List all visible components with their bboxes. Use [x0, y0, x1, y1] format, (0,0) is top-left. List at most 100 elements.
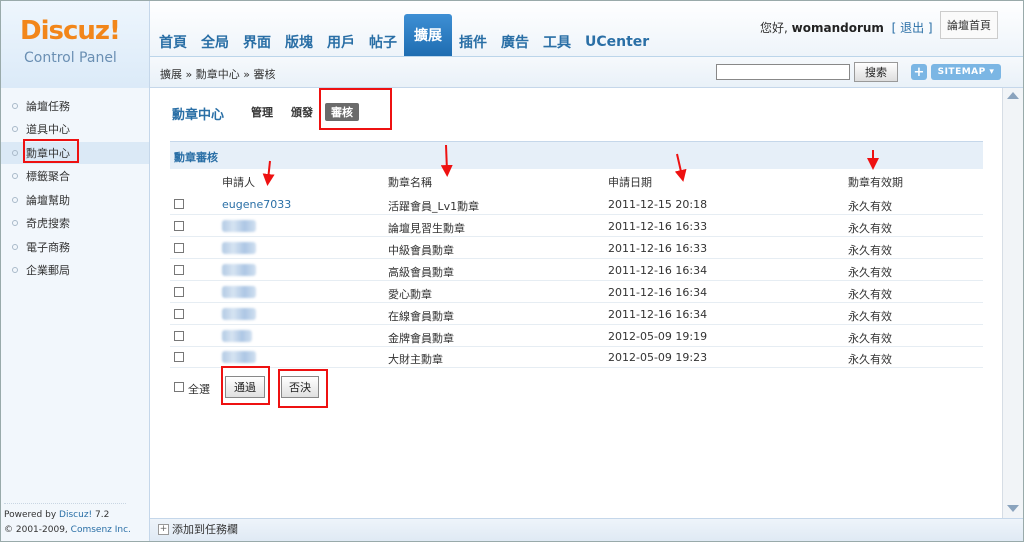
reject-button[interactable]: 否決: [281, 376, 319, 398]
sidebar-item-label: 道具中心: [26, 123, 70, 136]
bullet-icon: [12, 220, 18, 226]
search-button[interactable]: 搜索: [854, 62, 898, 82]
sidebar-item-1[interactable]: 道具中心: [0, 118, 149, 140]
select-all-checkbox[interactable]: [174, 382, 184, 392]
redacted-applicant[interactable]: [222, 220, 256, 232]
discuz-link[interactable]: Discuz!: [59, 510, 92, 520]
nav-tab-10[interactable]: UCenter: [578, 28, 656, 56]
sidebar-item-2[interactable]: 勳章中心: [0, 142, 149, 164]
applicant-link[interactable]: eugene7033: [222, 198, 291, 211]
table-row: 論壇見習生勳章 2011-12-16 16:33 永久有效: [170, 215, 983, 237]
sidebar-item-label: 奇虎搜索: [26, 217, 70, 230]
username: womandorum: [791, 21, 884, 35]
add-to-taskbar-label: 添加到任務欄: [172, 523, 238, 536]
table-row: 中級會員勳章 2011-12-16 16:33 永久有效: [170, 237, 983, 259]
search-input[interactable]: [716, 64, 850, 80]
logout-link[interactable]: [ 退出 ]: [892, 21, 933, 35]
validity: 永久有效: [848, 288, 892, 301]
status-bar: [150, 518, 1024, 542]
sidebar-item-label: 電子商務: [26, 241, 70, 254]
nav-tab-7[interactable]: 插件: [452, 28, 494, 56]
row-checkbox[interactable]: [174, 309, 184, 319]
section-title: 勳章審核: [174, 151, 218, 164]
sidebar-item-label: 論壇任務: [26, 100, 70, 113]
sidebar-item-label: 企業郵局: [26, 264, 70, 277]
vertical-scrollbar[interactable]: [1002, 88, 1024, 518]
redacted-applicant[interactable]: [222, 286, 256, 298]
sidebar-item-3[interactable]: 標籤聚合: [0, 165, 149, 187]
sitemap-button[interactable]: SITEMAP ▾: [931, 64, 1001, 80]
bullet-icon: [12, 197, 18, 203]
powered-by-text: Powered by: [4, 510, 57, 520]
sidebar-item-6[interactable]: 電子商務: [0, 236, 149, 258]
row-checkbox[interactable]: [174, 221, 184, 231]
main-nav: 首頁 全局 界面 版塊 用戶 帖子 擴展 插件 廣告 工具 UCenter: [152, 14, 656, 56]
row-checkbox[interactable]: [174, 287, 184, 297]
apply-date: 2011-12-15 20:18: [608, 198, 708, 211]
table-row: 高級會員勳章 2011-12-16 16:34 永久有效: [170, 259, 983, 281]
sidebar-item-label: 勳章中心: [26, 147, 70, 160]
bullet-icon: [12, 173, 18, 179]
apply-date: 2012-05-09 19:23: [608, 351, 708, 364]
validity: 永久有效: [848, 310, 892, 323]
divider: [4, 503, 126, 504]
comsenz-link[interactable]: Comsenz Inc.: [71, 525, 131, 535]
tab-review[interactable]: 審核: [325, 103, 359, 121]
redacted-applicant[interactable]: [222, 308, 256, 320]
medal-name: 金牌會員勳章: [388, 332, 454, 345]
apply-date: 2011-12-16 16:33: [608, 242, 708, 255]
select-all-label: 全選: [188, 383, 210, 396]
nav-tab-1[interactable]: 全局: [194, 28, 236, 56]
validity: 永久有效: [848, 353, 892, 366]
row-checkbox[interactable]: [174, 199, 184, 209]
column-header-applicant: 申請人: [222, 176, 255, 189]
table-row: 金牌會員勳章 2012-05-09 19:19 永久有效: [170, 325, 983, 347]
tab-manage[interactable]: 管理: [251, 103, 273, 121]
sidebar: 論壇任務道具中心勳章中心標籤聚合 論壇幫助奇虎搜索電子商務企業郵局: [0, 88, 150, 542]
bullet-icon: [12, 244, 18, 250]
tab-award[interactable]: 頒發: [291, 103, 313, 121]
validity: 永久有效: [848, 222, 892, 235]
chevron-down-icon: ▾: [989, 67, 995, 77]
apply-date: 2011-12-16 16:34: [608, 264, 708, 277]
plus-icon[interactable]: +: [911, 64, 927, 80]
sidebar-item-0[interactable]: 論壇任務: [0, 95, 149, 117]
greeting: 您好,: [760, 21, 788, 35]
nav-tab-2[interactable]: 界面: [236, 28, 278, 56]
column-header-date: 申請日期: [608, 176, 652, 189]
medal-name: 愛心勳章: [388, 288, 432, 301]
nav-tab-3[interactable]: 版塊: [278, 28, 320, 56]
add-to-taskbar[interactable]: + 添加到任務欄: [158, 521, 238, 537]
row-checkbox[interactable]: [174, 265, 184, 275]
table-row: 愛心勳章 2011-12-16 16:34 永久有效: [170, 281, 983, 303]
redacted-applicant[interactable]: [222, 330, 252, 342]
medal-name: 大財主勳章: [388, 353, 443, 366]
sidebar-item-5[interactable]: 奇虎搜索: [0, 212, 149, 234]
medal-name: 中級會員勳章: [388, 244, 454, 257]
nav-tab-6[interactable]: 擴展: [404, 14, 452, 56]
validity: 永久有效: [848, 266, 892, 279]
redacted-applicant[interactable]: [222, 264, 256, 276]
scroll-down-icon[interactable]: [1007, 505, 1019, 512]
sidebar-item-7[interactable]: 企業郵局: [0, 259, 149, 281]
medal-name: 在線會員勳章: [388, 310, 454, 323]
table-row: 在線會員勳章 2011-12-16 16:34 永久有效: [170, 303, 983, 325]
forum-home-button[interactable]: 論壇首頁: [940, 11, 998, 39]
row-checkbox[interactable]: [174, 243, 184, 253]
scroll-up-icon[interactable]: [1007, 92, 1019, 99]
bullet-icon: [12, 126, 18, 132]
sidebar-item-4[interactable]: 論壇幫助: [0, 189, 149, 211]
approve-button[interactable]: 通過: [225, 376, 265, 398]
medal-name: 高級會員勳章: [388, 266, 454, 279]
nav-tab-0[interactable]: 首頁: [152, 28, 194, 56]
nav-tab-4[interactable]: 用戶: [320, 28, 362, 56]
nav-tab-8[interactable]: 廣告: [494, 28, 536, 56]
row-checkbox[interactable]: [174, 331, 184, 341]
table-row: 大財主勳章 2012-05-09 19:23 永久有效: [170, 346, 983, 368]
row-checkbox[interactable]: [174, 352, 184, 362]
redacted-applicant[interactable]: [222, 242, 256, 254]
redacted-applicant[interactable]: [222, 351, 256, 363]
logo[interactable]: Discuz! Control Panel: [0, 0, 150, 88]
nav-tab-9[interactable]: 工具: [536, 28, 578, 56]
nav-tab-5[interactable]: 帖子: [362, 28, 404, 56]
